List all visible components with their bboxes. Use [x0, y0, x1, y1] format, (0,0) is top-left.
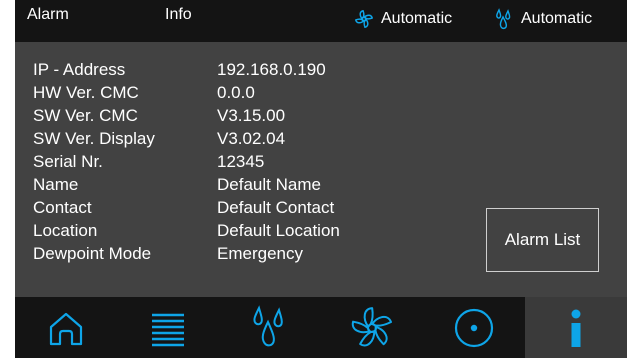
info-value: Emergency [217, 244, 303, 263]
fan-icon [353, 8, 375, 30]
info-row-name: Name Default Name [33, 173, 340, 196]
info-label: Location [33, 221, 98, 240]
info-row-sw-version-display: SW Ver. Display V3.02.04 [33, 127, 340, 150]
info-value: 192.168.0.190 [217, 60, 326, 79]
fan-mode-label: Automatic [381, 10, 453, 27]
info-label: HW Ver. CMC [33, 83, 139, 102]
info-row-location: Location Default Location [33, 219, 340, 242]
info-row-serial-number: Serial Nr. 12345 [33, 150, 340, 173]
drops-icon [250, 304, 290, 351]
home-icon [46, 308, 86, 348]
info-label: Contact [33, 198, 92, 217]
nav-info[interactable] [525, 297, 627, 358]
menu-lines-icon [150, 308, 186, 348]
info-value: V3.02.04 [217, 129, 286, 148]
info-label: SW Ver. Display [33, 129, 155, 148]
dewpoint-mode-label: Automatic [521, 10, 593, 27]
info-value: Default Name [217, 175, 321, 194]
info-icon [566, 306, 586, 350]
bottom-navigation [15, 297, 627, 358]
alarm-list-button[interactable]: Alarm List [486, 208, 599, 272]
info-label: SW Ver. CMC [33, 106, 138, 125]
info-value: Default Contact [217, 198, 335, 217]
info-row-contact: Contact Default Contact [33, 196, 340, 219]
drops-icon [495, 8, 515, 30]
info-label: Serial Nr. [33, 152, 103, 171]
tab-alarm[interactable]: Alarm [27, 3, 69, 27]
target-icon [452, 306, 496, 350]
fan-mode-status[interactable]: Automatic [353, 7, 452, 31]
nav-menu[interactable] [117, 297, 219, 358]
device-screen: Alarm Info Automatic Automatic IP - Addr… [15, 0, 627, 358]
fan-icon [349, 305, 395, 351]
info-label: IP - Address [33, 60, 126, 79]
info-label: Name [33, 175, 79, 194]
info-row-sw-version-cmc: SW Ver. CMC V3.15.00 [33, 104, 340, 127]
info-value: V3.15.00 [217, 106, 286, 125]
info-label: Dewpoint Mode [33, 244, 152, 263]
dewpoint-mode-status[interactable]: Automatic [495, 7, 592, 31]
system-info-list: IP - Address 192.168.0.190 HW Ver. CMC 0.0… [33, 58, 340, 265]
nav-target[interactable] [423, 297, 525, 358]
info-row-dewpoint-mode: Dewpoint Mode Emergency [33, 242, 340, 265]
nav-dewpoint[interactable] [219, 297, 321, 358]
tab-info[interactable]: Info [165, 3, 192, 27]
info-value: 12345 [217, 152, 265, 171]
nav-fan[interactable] [321, 297, 423, 358]
info-row-ip-address: IP - Address 192.168.0.190 [33, 58, 340, 81]
info-row-hw-version: HW Ver. CMC 0.0.0 [33, 81, 340, 104]
info-value: Default Location [217, 221, 340, 240]
nav-home[interactable] [15, 297, 117, 358]
status-bar: Alarm Info Automatic Automatic [15, 0, 627, 42]
info-value: 0.0.0 [217, 83, 255, 102]
